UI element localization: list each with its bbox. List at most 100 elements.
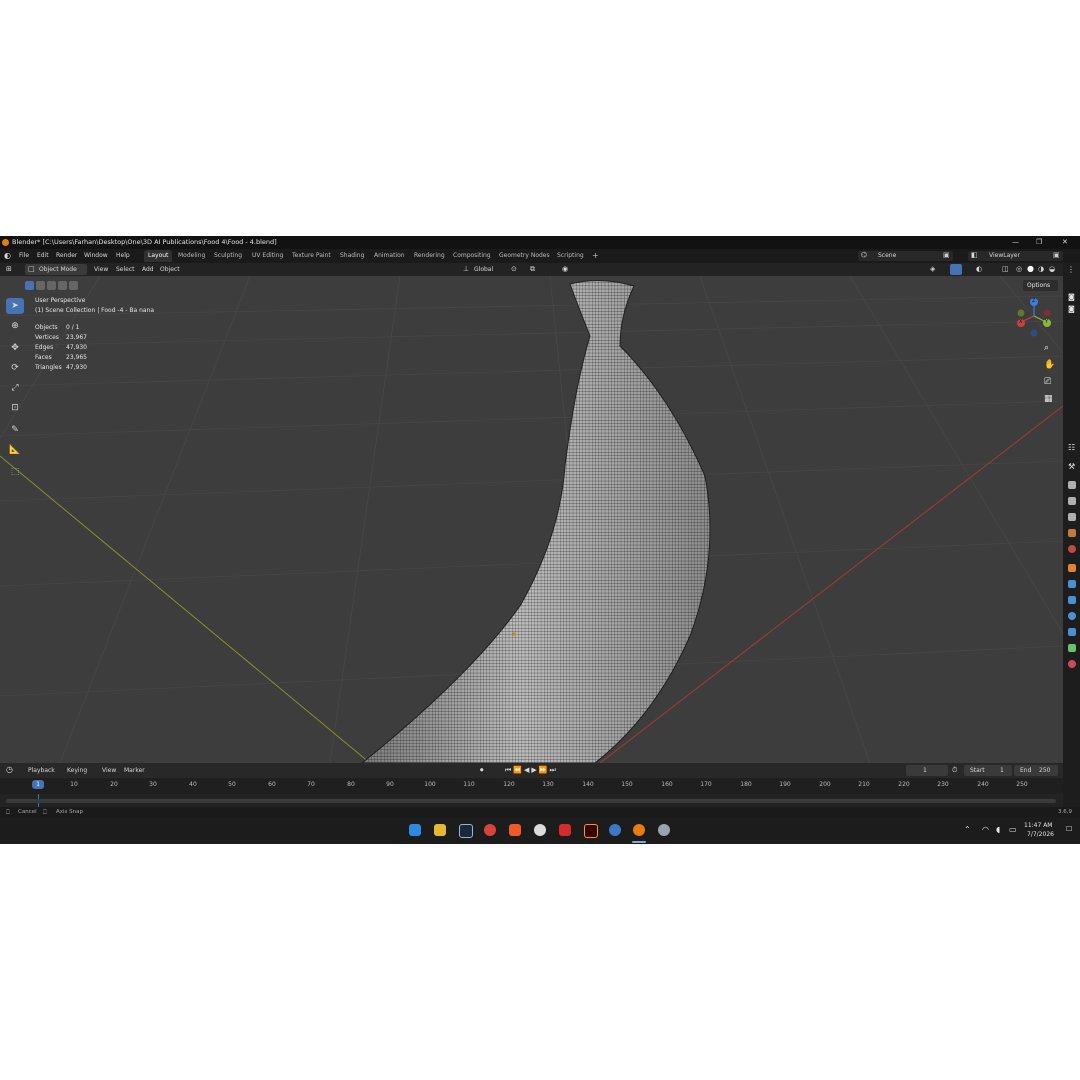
app-globe-icon[interactable] — [609, 824, 621, 836]
output-properties-icon[interactable] — [1068, 497, 1076, 505]
visibility-icon[interactable]: ◈ — [930, 265, 935, 273]
volume-icon[interactable]: ◖ — [996, 825, 1000, 834]
add-cube-tool-icon[interactable]: ⬚ — [6, 464, 24, 480]
pan-hand-icon[interactable]: ✋ — [1044, 360, 1055, 370]
camera-icon[interactable]: ◙ — [1068, 293, 1075, 301]
notification-icon[interactable]: ☐ — [1066, 825, 1072, 833]
stopwatch-icon[interactable]: ⏱ — [952, 766, 957, 775]
add-workspace-button[interactable]: + — [588, 250, 603, 262]
zoom-icon[interactable]: ⌕ — [1044, 343, 1049, 353]
data-properties-icon[interactable] — [1068, 644, 1076, 652]
new-scene-icon[interactable]: ▣ — [943, 251, 950, 259]
measure-tool-icon[interactable]: 📐 — [6, 442, 24, 458]
menu-marker[interactable]: Marker — [124, 767, 145, 774]
tab-compositing[interactable]: Compositing — [449, 250, 495, 262]
menu-view[interactable]: View — [94, 266, 108, 273]
scale-tool-icon[interactable]: ⤢ — [6, 380, 24, 396]
menu-help[interactable]: Help — [116, 252, 130, 259]
current-frame-field[interactable] — [906, 765, 948, 776]
menu-file[interactable]: File — [19, 252, 29, 259]
frame-ruler[interactable]: 1 10 20 30 40 50 60 70 80 90 100 110 120… — [0, 778, 1063, 794]
view-layer-properties-icon[interactable] — [1068, 513, 1076, 521]
annotate-tool-icon[interactable]: ✎ — [6, 422, 24, 438]
tab-sculpting[interactable]: Sculpting — [210, 250, 246, 262]
playback-controls[interactable]: ⏮⏪◀▶⏩⏭ — [505, 766, 558, 775]
collapse-icon[interactable]: ⋮ — [1067, 265, 1075, 274]
taskbar-date[interactable]: 7/7/2026 — [1027, 831, 1054, 838]
app-s-icon[interactable] — [534, 824, 546, 836]
tab-animation[interactable]: Animation — [370, 250, 409, 262]
maximize-button[interactable]: ❐ — [1036, 236, 1042, 249]
file-explorer-icon[interactable] — [434, 824, 446, 836]
material-properties-icon[interactable] — [1068, 660, 1076, 668]
editor-type-icon[interactable]: ⊞ — [6, 265, 12, 273]
battery-icon[interactable]: ▭ — [1009, 825, 1017, 834]
particles-properties-icon[interactable] — [1068, 596, 1076, 604]
wireframe-shading-icon[interactable]: ◎ — [1016, 265, 1022, 273]
rotate-tool-icon[interactable]: ⟳ — [6, 360, 24, 376]
menu-window[interactable]: Window — [84, 252, 108, 259]
menu-playback[interactable]: Playback — [28, 767, 55, 774]
brave-icon[interactable] — [509, 824, 521, 836]
move-tool-icon[interactable]: ✥ — [6, 340, 24, 356]
tool-properties-icon[interactable]: ⚒ — [1068, 462, 1075, 471]
modifier-properties-icon[interactable] — [1068, 580, 1076, 588]
blender-menu-icon[interactable]: ◐ — [4, 251, 11, 260]
cursor-tool-icon[interactable]: ⊕ — [6, 318, 24, 334]
menu-render[interactable]: Render — [56, 252, 77, 259]
tab-modeling[interactable]: Modeling — [174, 250, 209, 262]
snap-icon[interactable]: ⧉ — [530, 265, 535, 274]
tab-geometry-nodes[interactable]: Geometry Nodes — [495, 250, 554, 262]
timeline-scrollbar[interactable] — [6, 799, 1056, 803]
camera-2-icon[interactable]: ◙ — [1068, 305, 1075, 313]
menu-timeline-view[interactable]: View — [102, 767, 116, 774]
tab-layout[interactable]: Layout — [144, 250, 173, 262]
blender-taskbar-icon[interactable] — [633, 824, 645, 836]
world-properties-icon[interactable] — [1068, 545, 1076, 553]
pivot-icon[interactable]: ⊙ — [511, 265, 517, 273]
tab-scripting[interactable]: Scripting — [553, 250, 588, 262]
camera-view-icon[interactable]: ⎚ — [1044, 377, 1051, 387]
proportional-edit-icon[interactable]: ◉ — [562, 265, 568, 273]
chrome-icon[interactable] — [484, 824, 496, 836]
close-button[interactable]: ✕ — [1062, 236, 1068, 249]
tray-chevron-icon[interactable]: ⌃ — [964, 825, 971, 834]
object-properties-icon[interactable] — [1068, 564, 1076, 572]
current-frame-marker[interactable]: 1 — [32, 780, 44, 789]
3d-viewport[interactable]: User Perspective (1) Scene Collection | … — [0, 276, 1063, 763]
render-properties-icon[interactable] — [1068, 481, 1076, 489]
wifi-icon[interactable]: ◠ — [982, 825, 989, 834]
timeline-editor-icon[interactable]: ◷ — [6, 765, 13, 774]
acrobat-icon[interactable] — [559, 824, 571, 836]
constraints-properties-icon[interactable] — [1068, 628, 1076, 636]
navigation-gizmo[interactable] — [1013, 294, 1059, 340]
tab-shading[interactable]: Shading — [336, 250, 368, 262]
menu-edit[interactable]: Edit — [37, 252, 49, 259]
record-icon[interactable]: ⏺ — [480, 766, 484, 775]
tab-texture-paint[interactable]: Texture Paint — [288, 250, 335, 262]
material-shading-icon[interactable]: ◑ — [1038, 265, 1044, 273]
select-subtract-icon[interactable] — [47, 281, 56, 290]
select-intersect-icon[interactable] — [69, 281, 78, 290]
windows-start-icon[interactable] — [409, 824, 421, 836]
select-box-tool-icon[interactable]: ➤ — [6, 298, 24, 314]
rendered-shading-icon[interactable]: ◒ — [1049, 265, 1055, 273]
menu-select[interactable]: Select — [116, 266, 135, 273]
tab-rendering[interactable]: Rendering — [410, 250, 449, 262]
tab-uv-editing[interactable]: UV Editing — [248, 250, 287, 262]
perspective-toggle-icon[interactable]: ▦ — [1044, 394, 1053, 404]
menu-keying[interactable]: Keying — [67, 767, 87, 774]
transform-orientation[interactable]: Global — [474, 266, 493, 273]
gizmo-toggle-button[interactable] — [950, 264, 962, 275]
select-invert-icon[interactable] — [58, 281, 67, 290]
menu-object[interactable]: Object — [160, 266, 180, 273]
taskbar-time[interactable]: 11:47 AM — [1024, 822, 1052, 829]
settings-icon[interactable] — [658, 824, 670, 836]
select-new-icon[interactable] — [25, 281, 34, 290]
menu-add[interactable]: Add — [142, 266, 154, 273]
select-extend-icon[interactable] — [36, 281, 45, 290]
solid-shading-icon[interactable]: ● — [1027, 264, 1034, 273]
transform-tool-icon[interactable]: ⊡ — [6, 400, 24, 416]
scene-properties-icon[interactable] — [1068, 529, 1076, 537]
xray-icon[interactable]: ◫ — [1002, 265, 1009, 273]
